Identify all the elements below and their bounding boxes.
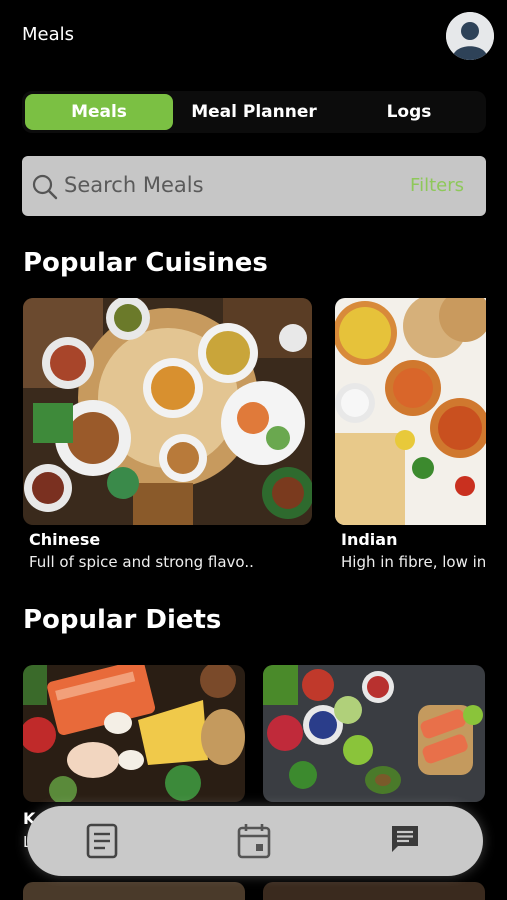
avatar[interactable] — [446, 12, 494, 60]
tab-meals[interactable]: Meals — [25, 94, 173, 130]
section-title-cuisines: Popular Cuisines — [23, 248, 268, 278]
diet-image-balanced — [263, 665, 485, 802]
tab-logs[interactable]: Logs — [335, 94, 483, 130]
cuisine-name: Indian — [341, 530, 398, 549]
calendar-icon — [237, 824, 271, 859]
diet-card-next-left — [23, 882, 245, 900]
tab-bar: Meals Meal Planner Logs — [22, 91, 486, 133]
cuisine-carousel[interactable]: Chinese Full of spice and strong flavo.. — [0, 290, 486, 580]
search-input[interactable]: Search Meals — [64, 173, 204, 197]
chat-icon — [392, 826, 418, 852]
bottom-nav — [27, 806, 483, 876]
cuisine-name: Chinese — [29, 530, 101, 549]
section-title-diets: Popular Diets — [23, 605, 222, 635]
user-icon — [446, 12, 494, 60]
tab-meal-planner[interactable]: Meal Planner — [177, 94, 331, 130]
cuisine-card-chinese[interactable]: Chinese Full of spice and strong flavo.. — [23, 298, 313, 578]
nav-chat[interactable] — [389, 823, 421, 861]
filters-button[interactable]: Filters — [410, 175, 464, 196]
cuisine-image-indian — [335, 298, 486, 525]
search-bar[interactable]: Search Meals Filters — [22, 156, 486, 216]
diet-image-keto — [23, 665, 245, 802]
document-icon — [86, 823, 118, 859]
page-title: Meals — [22, 24, 75, 45]
nav-meals[interactable] — [85, 823, 121, 863]
cuisine-image-chinese — [23, 298, 312, 525]
cuisine-description: Full of spice and strong flavo.. — [29, 553, 254, 571]
search-icon — [32, 174, 58, 200]
nav-planner[interactable] — [237, 823, 271, 863]
diet-card-next-right — [263, 882, 485, 900]
top-bar: Meals — [0, 0, 507, 72]
cuisine-card-indian[interactable]: Indian High in fibre, low in — [335, 298, 486, 578]
cuisine-description: High in fibre, low in — [341, 553, 486, 571]
